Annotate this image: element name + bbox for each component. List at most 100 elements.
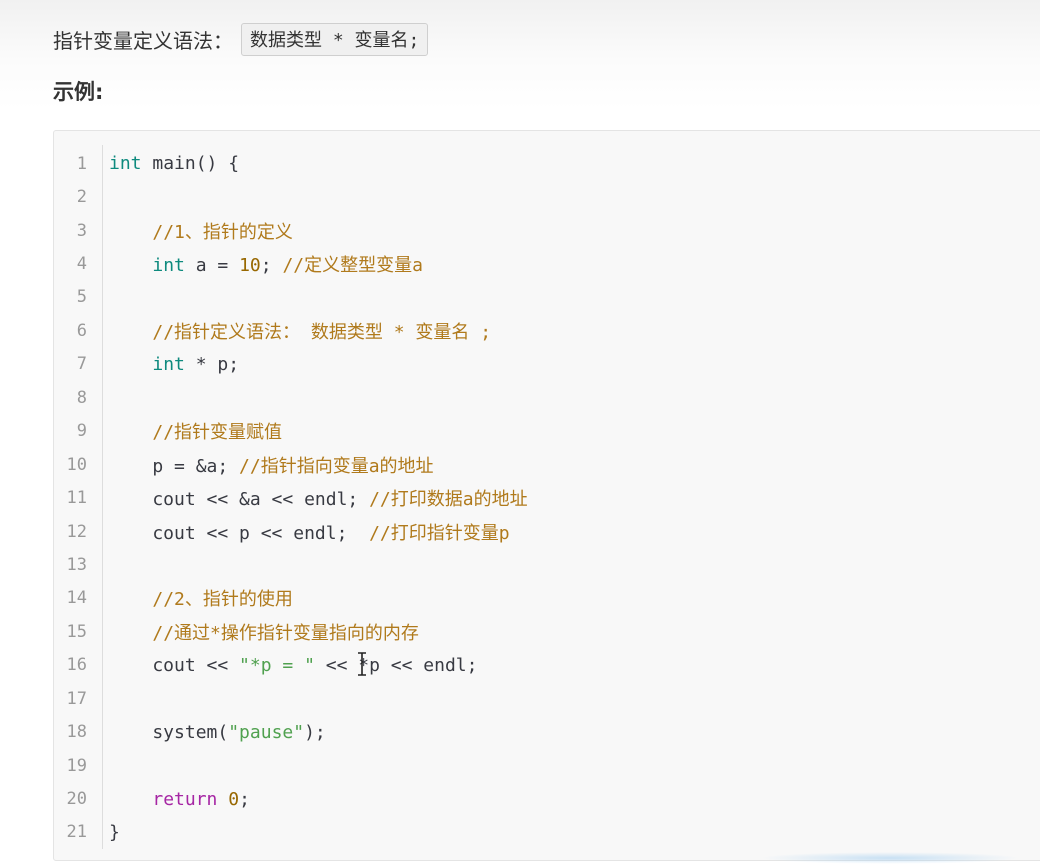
code-line: 16 cout << "*p = " << *p << endl; [54, 649, 1040, 682]
code-token: //1、指针的定义 [152, 221, 293, 243]
code-line: 20 return 0; [54, 782, 1040, 815]
code-line: 15 //通过*操作指针变量指向的内存 [54, 615, 1040, 648]
code-line: 19 [54, 749, 1040, 782]
line-number: 6 [76, 320, 87, 341]
line-number: 18 [66, 722, 87, 743]
code-token: "pause" [228, 721, 305, 743]
code-token: //通过*操作指针变量指向的内存 [152, 622, 419, 644]
code-line: 7 int * p; [54, 348, 1040, 381]
line-number: 13 [66, 554, 87, 575]
background-decoration [760, 852, 1020, 864]
code-token: int [152, 353, 185, 375]
code-text: } [109, 822, 120, 843]
code-text: //通过*操作指针变量指向的内存 [109, 619, 419, 645]
line-number: 14 [66, 588, 87, 609]
code-token: system( [109, 721, 229, 743]
line-number: 4 [76, 254, 87, 275]
line-number: 17 [66, 688, 87, 709]
code-text: cout << "*p = " << *p << endl; [109, 655, 477, 676]
code-line: 9 //指针变量赋值 [54, 415, 1040, 448]
code-token: //2、指针的使用 [152, 589, 293, 611]
code-line: 11 cout << &a << endl; //打印数据a的地址 [54, 481, 1040, 514]
line-number: 15 [66, 621, 87, 642]
code-text: return 0; [109, 789, 250, 810]
line-number: 1 [76, 153, 87, 174]
code-text: system("pause"); [109, 721, 326, 743]
line-number: 12 [66, 521, 87, 542]
code-token: //指针定义语法： 数据类型 * 变量名 ; [152, 321, 492, 343]
code-token: * p; [184, 353, 240, 375]
line-number: 19 [66, 755, 87, 776]
code-text: cout << &a << endl; //打印数据a的地址 [109, 485, 528, 511]
code-token: int [152, 255, 185, 277]
syntax-inline-code: 数据类型 * 变量名; [241, 22, 429, 56]
code-line: 14 //2、指针的使用 [54, 582, 1040, 615]
code-text: int main() { [109, 153, 239, 174]
code-line: 17 [54, 682, 1040, 715]
code-token: ; [260, 255, 283, 277]
code-text: cout << p << endl; //打印指针变量p [109, 519, 510, 545]
code-lines: 1 int main() {2 3 //1、指针的定义 4 int a = 10; /… [54, 147, 1040, 849]
code-text: //指针变量赋值 [109, 418, 282, 444]
code-token: return [152, 788, 218, 810]
code-text: //1、指针的定义 [109, 218, 293, 244]
text-cursor-icon [358, 652, 366, 676]
line-number: 20 [66, 789, 87, 810]
code-line: 5 [54, 281, 1040, 314]
line-number: 21 [66, 822, 87, 843]
code-line: 12 cout << p << endl; //打印指针变量p [54, 515, 1040, 548]
code-block[interactable]: 1 int main() {2 3 //1、指针的定义 4 int a = 10; /… [53, 130, 1040, 861]
line-number: 2 [76, 187, 87, 208]
code-line: 10 p = &a; //指针指向变量a的地址 [54, 448, 1040, 481]
code-token: //指针指向变量a的地址 [239, 455, 434, 477]
code-text: //指针定义语法： 数据类型 * 变量名 ; [109, 318, 491, 344]
code-text: p = &a; //指针指向变量a的地址 [109, 452, 434, 478]
code-line: 18 system("pause"); [54, 715, 1040, 748]
line-number: 3 [76, 220, 87, 241]
code-token: //指针变量赋值 [152, 422, 283, 444]
code-token: ; [239, 788, 250, 810]
line-number: 11 [66, 488, 87, 509]
code-token: a = [184, 255, 240, 277]
code-token: } [109, 821, 120, 843]
code-line: 21} [54, 816, 1040, 849]
line-number: 8 [76, 387, 87, 408]
syntax-definition: 指针变量定义语法： 数据类型 * 变量名; [53, 22, 429, 56]
code-token: int [109, 153, 142, 175]
code-token: << *p << endl; [314, 654, 478, 676]
code-token: //定义整型变量a [282, 255, 423, 277]
line-number: 9 [76, 421, 87, 442]
code-token: 10 [239, 255, 261, 277]
code-text: //2、指针的使用 [109, 585, 293, 611]
syntax-label: 指针变量定义语法： [53, 28, 233, 53]
line-number: 16 [66, 655, 87, 676]
code-line: 2 [54, 180, 1040, 213]
code-token: 0 [228, 788, 240, 810]
code-token: cout << [109, 654, 240, 676]
code-line: 13 [54, 548, 1040, 581]
code-text: int * p; [109, 354, 239, 375]
code-line: 6 //指针定义语法： 数据类型 * 变量名 ; [54, 314, 1040, 347]
code-token: cout << &a << endl; [109, 489, 370, 511]
example-heading: 示例: [53, 80, 104, 104]
code-token: main() { [141, 153, 240, 175]
code-token: p = &a; [109, 455, 240, 477]
code-line: 3 //1、指针的定义 [54, 214, 1040, 247]
code-token: ); [304, 721, 326, 743]
code-line: 8 [54, 381, 1040, 414]
code-token: //打印指针变量p [369, 522, 510, 544]
code-token: cout << p << endl; [109, 522, 370, 544]
line-number: 5 [76, 287, 87, 308]
code-token: //打印数据a的地址 [369, 489, 528, 511]
code-line: 4 int a = 10; //定义整型变量a [54, 247, 1040, 280]
code-token: "*p = " [239, 654, 315, 676]
